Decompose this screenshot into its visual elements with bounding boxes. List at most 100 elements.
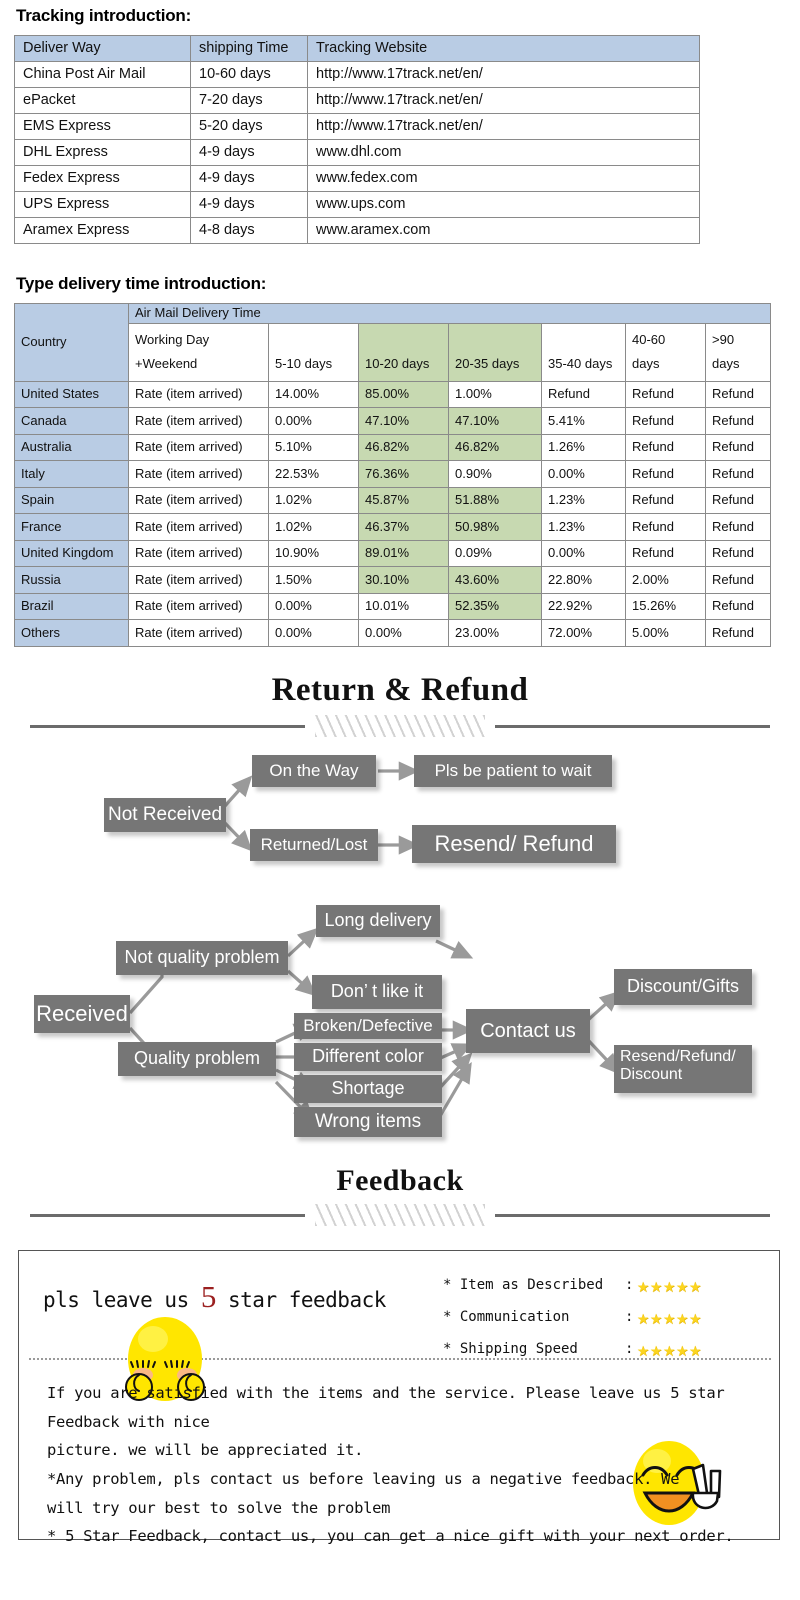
cell-deliver-way: DHL Express [14,139,191,166]
table-row: EMS Express 5-20 days http://www.17track.n… [14,113,700,140]
node-label: Discount/Gifts [626,976,740,997]
delivery-table-body: United States Rate (item arrived) 14.00% 85… [14,380,771,647]
node-label: On the Way [269,760,359,780]
node-label: Pls be patient to wait [434,760,592,780]
tracking-col-deliver-way: Deliver Way [14,35,191,62]
cell-rate-value: 0.90% [448,460,542,488]
delivery-sub-header-0: Working Day +Weekend [128,322,269,382]
cell-rate-value: 23.00% [448,619,542,647]
table-row: UPS Express 4-9 days www.ups.com [14,191,700,218]
cell-rate-value: 1.50% [268,566,359,594]
delivery-sub-header-6: >90 days [705,322,771,382]
node-label: Broken/Defective [303,1015,433,1035]
node-not-received: Not Received [104,798,226,832]
cell-rate-value: 30.10% [358,566,449,594]
feedback-title: Feedback [336,1164,464,1197]
cell-shipping-time: 4-9 days [190,139,308,166]
tracking-table-body: China Post Air Mail 10-60 days http://www.… [14,61,700,244]
cell-rate-value: 50.98% [448,513,542,541]
cell-deliver-way: Aramex Express [14,217,191,244]
cell-rate-value: 10.01% [358,592,449,621]
table-row: Fedex Express 4-9 days www.fedex.com [14,165,700,192]
cell-rate-value: Refund [705,513,771,541]
cell-rate-value: 47.10% [448,407,542,435]
cell-website: http://www.17track.net/en/ [307,61,700,88]
cell-rate-value: 0.00% [268,407,359,435]
cell-rate-value: Refund [705,566,771,594]
rating-colon: : [625,1309,634,1325]
cell-rate-value: 5.41% [541,407,626,435]
cell-shipping-time: 7-20 days [190,87,308,114]
cell-rate-value: 22.92% [541,592,626,621]
cell-rate-label: Rate (item arrived) [128,460,269,488]
cell-shipping-time: 10-60 days [190,61,308,88]
feedback-body: If you are satisfied with the items and … [47,1379,747,1551]
cell-rate-value: Refund [541,380,626,409]
cell-rate-value: Refund [625,539,706,568]
feedback-title-block: Feedback [0,1164,800,1226]
cell-rate-label: Rate (item arrived) [128,539,269,568]
cell-deliver-way: China Post Air Mail [14,61,191,88]
table-row: Russia Rate (item arrived) 1.50% 30.10% 43.6… [14,566,771,594]
delivery-col-country: Country [14,303,129,382]
cell-rate-value: Refund [625,433,706,462]
divider-rule-right [495,724,770,728]
cell-rate-value: 1.23% [541,486,626,515]
node-label: Shortage [331,1078,405,1099]
cell-shipping-time: 4-9 days [190,191,308,218]
rating-stars: ★★★★★ [637,1305,703,1329]
node-label: Wrong items [314,1110,422,1132]
delivery-sub-header-4: 35-40 days [541,322,626,382]
cell-rate-value: Refund [705,407,771,435]
table-row: ePacket 7-20 days http://www.17track.net/e… [14,87,700,114]
table-row: Canada Rate (item arrived) 0.00% 47.10% 47.1… [14,407,771,435]
divider-rule-left [30,724,305,728]
node-label: Not Received [107,803,223,825]
node-resend-refund: Resend/ Refund [412,825,616,863]
feedback-body-line: If you are satisfied with the items and … [47,1384,725,1431]
rating-label: * Communication [443,1309,570,1325]
feedback-body-line: picture. we will be appreciated it. [47,1441,364,1460]
node-label: Don’ t like it [330,981,424,1002]
rating-row: * Shipping Speed: ★★★★★ [443,1333,773,1365]
node-resend-refund-discount: Resend/Refund/ Discount [614,1045,752,1093]
rating-row: * Communication: ★★★★★ [443,1301,773,1333]
cell-country: United States [14,380,129,409]
cell-rate-value: 51.88% [448,486,542,515]
cell-rate-value: 22.80% [541,566,626,594]
table-row: Spain Rate (item arrived) 1.02% 45.87% 51.88… [14,486,771,515]
tracking-table-header-row: Deliver Way shipping Time Tracking Websi… [14,35,700,62]
delivery-sub-header-5: 40-60 days [625,322,706,382]
node-label: Different color [312,1046,424,1067]
divider-rule-left [30,1213,305,1217]
cell-rate-value: Refund [625,486,706,515]
delivery-heading: Type delivery time introduction: [16,274,267,293]
rating-stars: ★★★★★ [637,1273,703,1297]
cell-rate-value: 1.02% [268,486,359,515]
tracking-heading: Tracking introduction: [16,6,192,25]
cell-country: Brazil [14,592,129,621]
node-label: Not quality problem [124,947,280,968]
cell-rate-value: 46.82% [358,433,449,462]
cell-rate-label: Rate (item arrived) [128,592,269,621]
feedback-body-line: will try our best to solve the problem [47,1498,391,1517]
cell-country: United Kingdom [14,539,129,568]
cell-website: www.fedex.com [307,165,700,192]
table-row: United States Rate (item arrived) 14.00% 85… [14,380,771,409]
cell-rate-value: Refund [705,539,771,568]
cell-deliver-way: EMS Express [14,113,191,140]
node-label: Resend/ Refund [434,830,594,856]
node-discount-gifts: Discount/Gifts [614,969,752,1005]
feedback-plea-after: star feedback [215,1288,386,1312]
cell-deliver-way: ePacket [14,87,191,114]
cell-rate-value: 89.01% [358,539,449,568]
cell-website: www.aramex.com [307,217,700,244]
node-different-color: Different color [294,1043,442,1071]
cell-rate-value: 46.82% [448,433,542,462]
feedback-panel: pls leave us 5 star feedback * Item as D… [18,1250,780,1545]
cell-rate-value: Refund [705,486,771,515]
return-flowchart: Not Received On the Way Pls be patient t… [0,745,800,1145]
cell-rate-value: 45.87% [358,486,449,515]
cell-rate-value: 72.00% [541,619,626,647]
feedback-body-line: * 5 Star Feedback, contact us, you can g… [47,1527,734,1546]
